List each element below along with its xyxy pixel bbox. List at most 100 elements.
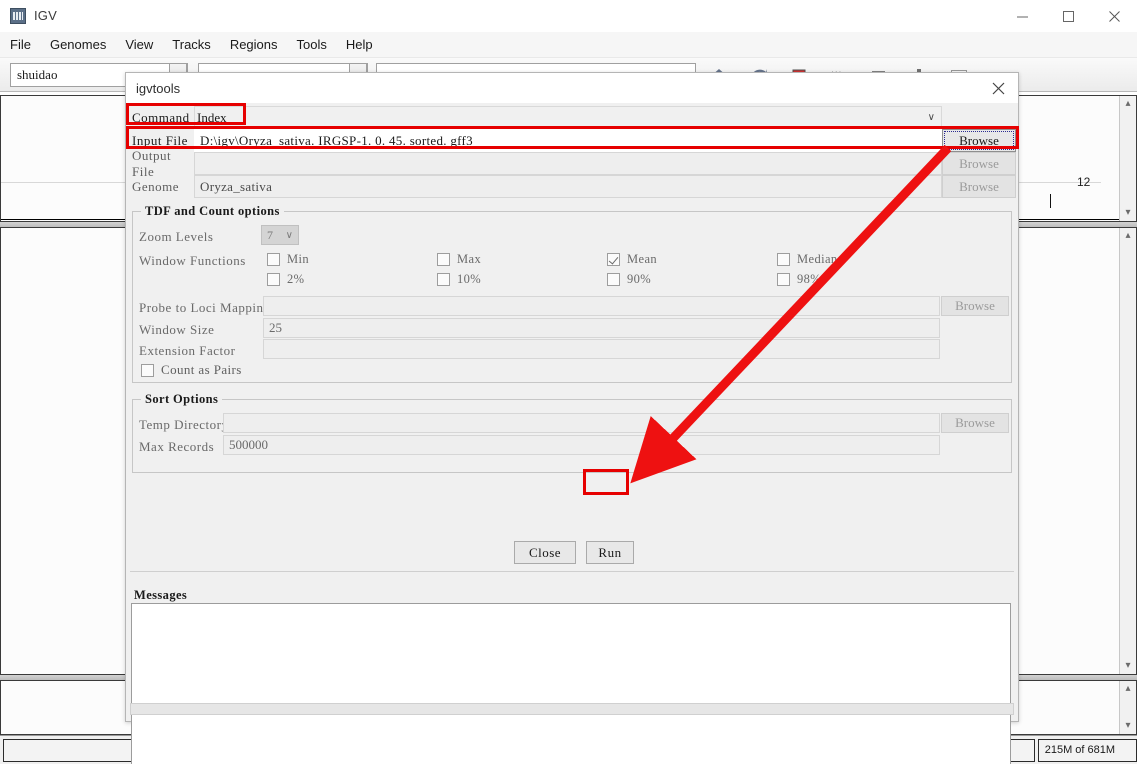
command-row: Command Index ∨ [128, 106, 1016, 129]
checkbox-10pct-box[interactable] [437, 273, 450, 286]
igv-application-window: IGV File Genomes View Tracks Regions Too… [0, 0, 1137, 764]
temp-directory-browse-button[interactable]: Browse [941, 413, 1009, 433]
run-button[interactable]: Run [586, 541, 634, 564]
window-titlebar: IGV [0, 0, 1137, 32]
checkbox-2pct-label: 2% [287, 272, 305, 286]
footer-separator [130, 571, 1014, 572]
minimize-icon[interactable] [999, 0, 1045, 32]
track-panel-bottom-scrollbar[interactable]: ▴ ▾ [1119, 681, 1136, 734]
command-select[interactable]: Index ∨ [194, 106, 942, 129]
scroll-down-icon-2[interactable]: ▾ [1125, 658, 1130, 674]
menu-help[interactable]: Help [337, 34, 382, 55]
checkbox-90pct-box[interactable] [607, 273, 620, 286]
scroll-up-icon-3[interactable]: ▴ [1125, 681, 1130, 697]
max-records-label: Max Records [139, 439, 215, 454]
checkbox-median[interactable]: Median [777, 252, 838, 267]
extension-factor-field[interactable] [263, 339, 940, 359]
dialog-footer-strip [130, 703, 1014, 715]
checkbox-min-box[interactable] [267, 253, 280, 266]
genome-row: Genome Oryza_sativa Browse [128, 175, 1016, 198]
command-label: Command [132, 109, 190, 125]
input-file-browse-button[interactable]: Browse [942, 129, 1016, 152]
igvtools-dialog-title: igvtools [136, 80, 181, 96]
chevron-down-icon-command[interactable]: ∨ [928, 112, 935, 123]
command-select-value: Index [197, 109, 227, 125]
genome-field[interactable]: Oryza_sativa [194, 175, 942, 198]
checkbox-10pct[interactable]: 10% [437, 272, 481, 287]
temp-directory-field[interactable] [223, 413, 940, 433]
command-row-spacer [942, 106, 1016, 129]
probe-to-loci-browse-button[interactable]: Browse [941, 296, 1009, 316]
menubar: File Genomes View Tracks Regions Tools H… [0, 32, 1137, 58]
window-size-field[interactable]: 25 [263, 318, 940, 338]
tdf-count-options-title: TDF and Count options [141, 204, 284, 219]
tdf-count-options-group: TDF and Count options Zoom Levels 7 ∨ Wi… [132, 204, 1012, 383]
checkbox-max[interactable]: Max [437, 252, 481, 267]
checkbox-count-as-pairs[interactable]: Count as Pairs [141, 362, 242, 378]
zoom-levels-label: Zoom Levels [139, 229, 214, 244]
igvtools-dialog-body: Command Index ∨ Input File D:\igv\Oryza_… [126, 103, 1018, 764]
chevron-down-icon-zoom[interactable]: ∨ [286, 230, 293, 241]
track-panel-main-scrollbar[interactable]: ▴ ▾ [1119, 228, 1136, 674]
probe-to-loci-label: Probe to Loci Mapping [139, 300, 271, 315]
checkbox-count-as-pairs-label: Count as Pairs [161, 362, 242, 377]
checkbox-2pct-box[interactable] [267, 273, 280, 286]
checkbox-90pct-label: 90% [627, 272, 652, 286]
genome-selector-value: shuidao [17, 66, 58, 82]
messages-textarea[interactable] [131, 603, 1011, 764]
status-cell-left [3, 738, 138, 762]
max-records-field[interactable]: 500000 [223, 435, 940, 455]
checkbox-10pct-label: 10% [457, 272, 482, 286]
checkbox-min-label: Min [287, 252, 310, 266]
scroll-down-icon-3[interactable]: ▾ [1125, 718, 1130, 734]
probe-to-loci-field[interactable] [263, 296, 940, 316]
sort-options-group: Sort Options Temp Directory Browse Max R… [132, 392, 1012, 473]
close-button[interactable]: Close [514, 541, 576, 564]
sort-options-title: Sort Options [141, 392, 223, 407]
checkbox-90pct[interactable]: 90% [607, 272, 651, 287]
output-file-field[interactable] [194, 152, 942, 175]
dialog-close-icon[interactable] [986, 76, 1010, 100]
checkbox-mean-box[interactable] [607, 253, 620, 266]
output-file-row: Output File Browse [128, 147, 1016, 179]
menu-view[interactable]: View [116, 34, 162, 55]
igv-app-icon [10, 7, 26, 24]
checkbox-98pct[interactable]: 98% [777, 272, 821, 287]
checkbox-mean[interactable]: Mean [607, 252, 657, 267]
zoom-levels-value: 7 [267, 227, 273, 242]
menu-file[interactable]: File [1, 34, 40, 55]
checkbox-2pct[interactable]: 2% [267, 272, 304, 287]
temp-directory-label: Temp Directory [139, 417, 229, 432]
checkbox-98pct-box[interactable] [777, 273, 790, 286]
track-label-12: 12 [1077, 175, 1091, 189]
igvtools-dialog: igvtools Command Index ∨ Input File D:\i… [125, 72, 1019, 764]
checkbox-count-as-pairs-box[interactable] [141, 363, 154, 377]
igvtools-dialog-titlebar: igvtools [126, 73, 1018, 103]
menu-genomes[interactable]: Genomes [41, 34, 115, 55]
output-file-label: Output File [132, 147, 172, 179]
checkbox-min[interactable]: Min [267, 252, 309, 267]
close-icon[interactable] [1091, 0, 1137, 32]
checkbox-median-box[interactable] [777, 253, 790, 266]
scroll-up-icon-2[interactable]: ▴ [1125, 228, 1130, 244]
genome-label: Genome [132, 178, 180, 194]
track-panel-top-scrollbar[interactable]: ▴ ▾ [1119, 96, 1136, 221]
scroll-down-icon[interactable]: ▾ [1125, 205, 1130, 221]
messages-label: Messages [134, 588, 188, 602]
maximize-icon[interactable] [1045, 0, 1091, 32]
scroll-up-icon[interactable]: ▴ [1125, 96, 1130, 112]
input-file-field[interactable]: D:\igv\Oryza_sativa. IRGSP-1. 0. 45. sor… [194, 129, 942, 152]
menu-tools[interactable]: Tools [288, 34, 336, 55]
menu-tracks[interactable]: Tracks [163, 34, 220, 55]
memory-indicator[interactable]: 215M of 681M [1037, 738, 1137, 762]
menu-regions[interactable]: Regions [221, 34, 287, 55]
input-file-row: Input File D:\igv\Oryza_sativa. IRGSP-1.… [128, 129, 1016, 152]
window-controls [999, 0, 1137, 32]
genome-browse-button[interactable]: Browse [942, 175, 1016, 198]
track-tick-mark [1050, 194, 1051, 208]
window-functions-label: Window Functions [139, 253, 246, 268]
window-title: IGV [34, 8, 57, 23]
zoom-levels-select[interactable]: 7 ∨ [261, 225, 299, 245]
output-file-browse-button[interactable]: Browse [942, 152, 1016, 175]
checkbox-max-box[interactable] [437, 253, 450, 266]
